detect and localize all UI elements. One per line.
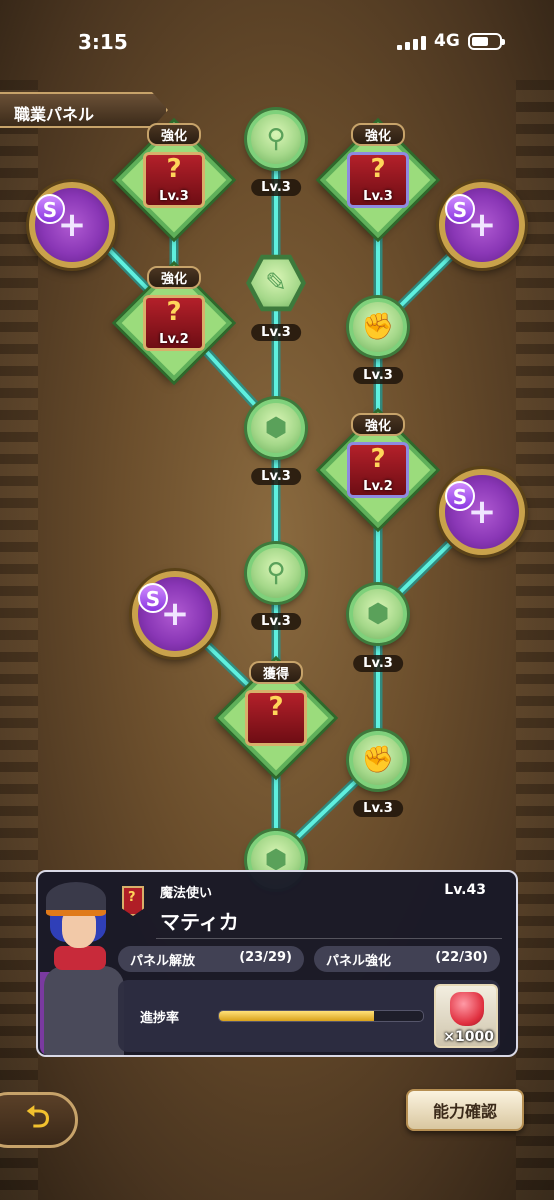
- node-level-label: Lv.3: [251, 324, 301, 341]
- panel-enhance-stat: パネル強化 (22/30): [314, 946, 500, 972]
- status-bar: 3:15 4G: [0, 0, 554, 80]
- character-info-panel: ? 魔法使い Lv.43 マティカ パネル解放 (23/29) パネル強化 (2…: [36, 870, 518, 1057]
- chest-icon: ? Lv.2: [347, 442, 409, 498]
- panel-unlock-label: パネル解放: [130, 954, 196, 969]
- reward-item[interactable]: ×1000: [434, 984, 498, 1048]
- progress-bar-fill: [219, 1011, 375, 1021]
- s-skill-node-right-mid[interactable]: S +: [439, 469, 525, 555]
- node-level-label: Lv.3: [353, 367, 403, 384]
- s-skill-node-right-top[interactable]: S +: [439, 182, 525, 268]
- battery-icon: [468, 33, 505, 50]
- network-type: 4G: [434, 31, 460, 51]
- character-portrait: [40, 880, 126, 1055]
- skill-node-top-center[interactable]: ⚲: [247, 110, 305, 168]
- enhance-badge: 強化: [350, 123, 406, 146]
- chest-icon: ? Lv.2: [143, 295, 205, 351]
- panel-unlock-stat: パネル解放 (23/29): [118, 946, 304, 972]
- s-rank-icon: S: [445, 194, 475, 224]
- s-skill-node-left-mid[interactable]: S +: [132, 571, 218, 657]
- chest-node-right-mid[interactable]: 強化 ? Lv.2: [320, 412, 436, 528]
- chest-node-center-bottom[interactable]: 獲得 ?: [218, 660, 334, 776]
- s-rank-icon: S: [445, 481, 475, 511]
- shield-icon: ⬢: [366, 599, 390, 629]
- chest-node-right-top[interactable]: 強化 ? Lv.3: [320, 122, 436, 238]
- node-level-label: Lv.3: [251, 468, 301, 485]
- chest-level: Lv.3: [363, 189, 393, 204]
- chest-icon: ?: [245, 690, 307, 746]
- shield-icon: ⬢: [264, 413, 288, 443]
- acquired-badge: 獲得: [248, 661, 304, 684]
- skill-node-center-4[interactable]: ⚲: [247, 544, 305, 602]
- fist-icon: ✊: [361, 312, 395, 342]
- signal-icon: [397, 36, 427, 50]
- panel-unlock-value: (23/29): [239, 950, 292, 965]
- character-name: マティカ: [160, 910, 239, 934]
- clock: 3:15: [78, 30, 128, 54]
- enhance-badge: 強化: [146, 266, 202, 289]
- s-rank-icon: S: [35, 194, 65, 224]
- chest-icon: ? Lv.3: [347, 152, 409, 208]
- character-level: Lv.43: [444, 882, 486, 898]
- node-level-label: Lv.3: [353, 655, 403, 672]
- staff-icon: ⚲: [266, 124, 286, 154]
- skill-node-right-1[interactable]: ✊: [349, 298, 407, 356]
- panel-enhance-label: パネル強化: [326, 954, 392, 969]
- node-level-label: Lv.3: [251, 613, 301, 630]
- staff-icon: ⚲: [266, 558, 286, 588]
- chest-icon: ? Lv.3: [143, 152, 205, 208]
- chest-node-left-top[interactable]: 強化 ? Lv.3: [116, 122, 232, 238]
- chest-level: Lv.2: [159, 332, 189, 347]
- chest-level: Lv.3: [159, 189, 189, 204]
- node-level-label: Lv.3: [251, 179, 301, 196]
- back-arrow-icon: ⮌: [25, 1099, 51, 1135]
- ability-check-button[interactable]: 能力確認: [406, 1089, 524, 1131]
- fist-icon: ✊: [361, 745, 395, 775]
- progress-bar: [218, 1010, 424, 1022]
- ability-check-label: 能力確認: [432, 1102, 497, 1121]
- panel-enhance-value: (22/30): [435, 950, 488, 965]
- skill-node-right-3[interactable]: ✊: [349, 731, 407, 789]
- progress-label: 進捗率: [140, 1011, 180, 1026]
- node-level-label: Lv.3: [353, 800, 403, 817]
- s-rank-icon: S: [138, 583, 168, 613]
- enhance-badge: 強化: [350, 413, 406, 436]
- sword-icon: ✎: [265, 268, 287, 298]
- chest-node-left-mid[interactable]: 強化 ? Lv.2: [116, 265, 232, 381]
- chest-level: Lv.2: [363, 479, 393, 494]
- enhance-badge: 強化: [146, 123, 202, 146]
- progress-section: 進捗率 ×1000: [118, 980, 500, 1052]
- red-gem-icon: [450, 992, 484, 1026]
- divider: [156, 938, 502, 939]
- job-name: 魔法使い: [160, 886, 213, 901]
- item-count: ×1000: [443, 1029, 494, 1045]
- skill-node-center-3[interactable]: ⬢: [247, 399, 305, 457]
- back-button[interactable]: ⮌: [0, 1092, 78, 1148]
- skill-node-right-2[interactable]: ⬢: [349, 585, 407, 643]
- s-skill-node-left-top[interactable]: S +: [29, 182, 115, 268]
